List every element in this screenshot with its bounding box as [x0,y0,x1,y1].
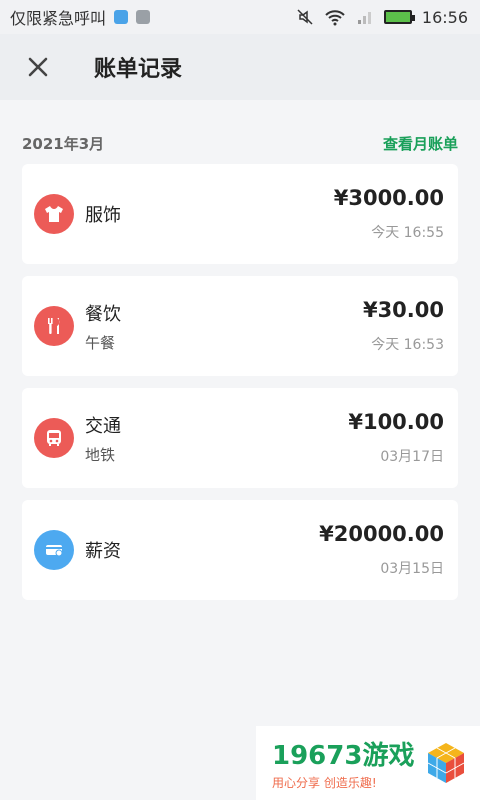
record-time: 03月15日 [380,561,444,577]
record-category: 服饰 [85,205,121,226]
record-time: 03月17日 [380,449,444,465]
record-text: 餐饮 午餐 [85,300,121,353]
watermark-text: 19673游戏 用心分享 创造乐趣! [272,735,414,791]
record-amount-block: ¥3000.00 今天 16:55 [334,186,444,242]
watermark-sub: 用心分享 创造乐趣! [272,776,377,790]
record-amount-block: ¥30.00 今天 16:53 [363,298,444,354]
view-month-bill-link[interactable]: 查看月账单 [383,133,458,154]
record-text: 服饰 [85,201,121,227]
battery-icon [383,10,415,24]
status-bar: 仅限紧急呼叫 16:56 [0,0,480,34]
record-card[interactable]: 服饰 ¥3000.00 今天 16:55 [22,164,458,264]
close-icon[interactable] [20,49,56,85]
record-amount-block: ¥20000.00 03月15日 [319,522,444,578]
record-amount: ¥30.00 [362,298,444,322]
record-note: 地铁 [85,445,116,464]
record-note: 午餐 [85,333,116,352]
emergency-call-text: 仅限紧急呼叫 [10,9,107,28]
record-amount: ¥20000.00 [319,522,444,546]
notification-icon [114,10,129,24]
signal-icon [357,12,371,24]
status-left: 仅限紧急呼叫 [10,5,151,29]
record-text: 薪资 [85,537,121,563]
status-right: 16:56 [296,8,468,27]
record-card[interactable]: 交通 地铁 ¥100.00 03月17日 [22,388,458,488]
shirt-icon [34,194,74,234]
page-title: 账单记录 [94,57,183,82]
clock-text: 16:56 [421,7,468,27]
watermark: 19673游戏 用心分享 创造乐趣! [256,726,480,800]
record-card[interactable]: 餐饮 午餐 ¥30.00 今天 16:53 [22,276,458,376]
record-time: 今天 16:55 [371,225,444,241]
record-category: 交通 [85,415,121,437]
wallet-icon [34,530,74,570]
record-amount: ¥3000.00 [333,186,444,210]
month-row: 2021年3月 查看月账单 [0,122,480,164]
watermark-main: 19673游戏 [272,741,415,771]
fork-knife-icon [34,306,74,346]
bus-icon [34,418,74,458]
record-card[interactable]: 薪资 ¥20000.00 03月15日 [22,500,458,600]
header: 账单记录 [0,34,480,100]
record-amount-block: ¥100.00 03月17日 [348,410,444,466]
image-icon [136,10,151,24]
record-category: 薪资 [85,541,121,562]
mute-icon [297,9,313,25]
record-amount: ¥100.00 [348,410,444,434]
record-category: 餐饮 [85,303,121,325]
record-text: 交通 地铁 [85,412,121,465]
month-label: 2021年3月 [22,134,105,153]
cube-logo-icon [428,743,465,783]
wifi-icon [325,10,345,26]
record-time: 今天 16:53 [371,337,444,353]
